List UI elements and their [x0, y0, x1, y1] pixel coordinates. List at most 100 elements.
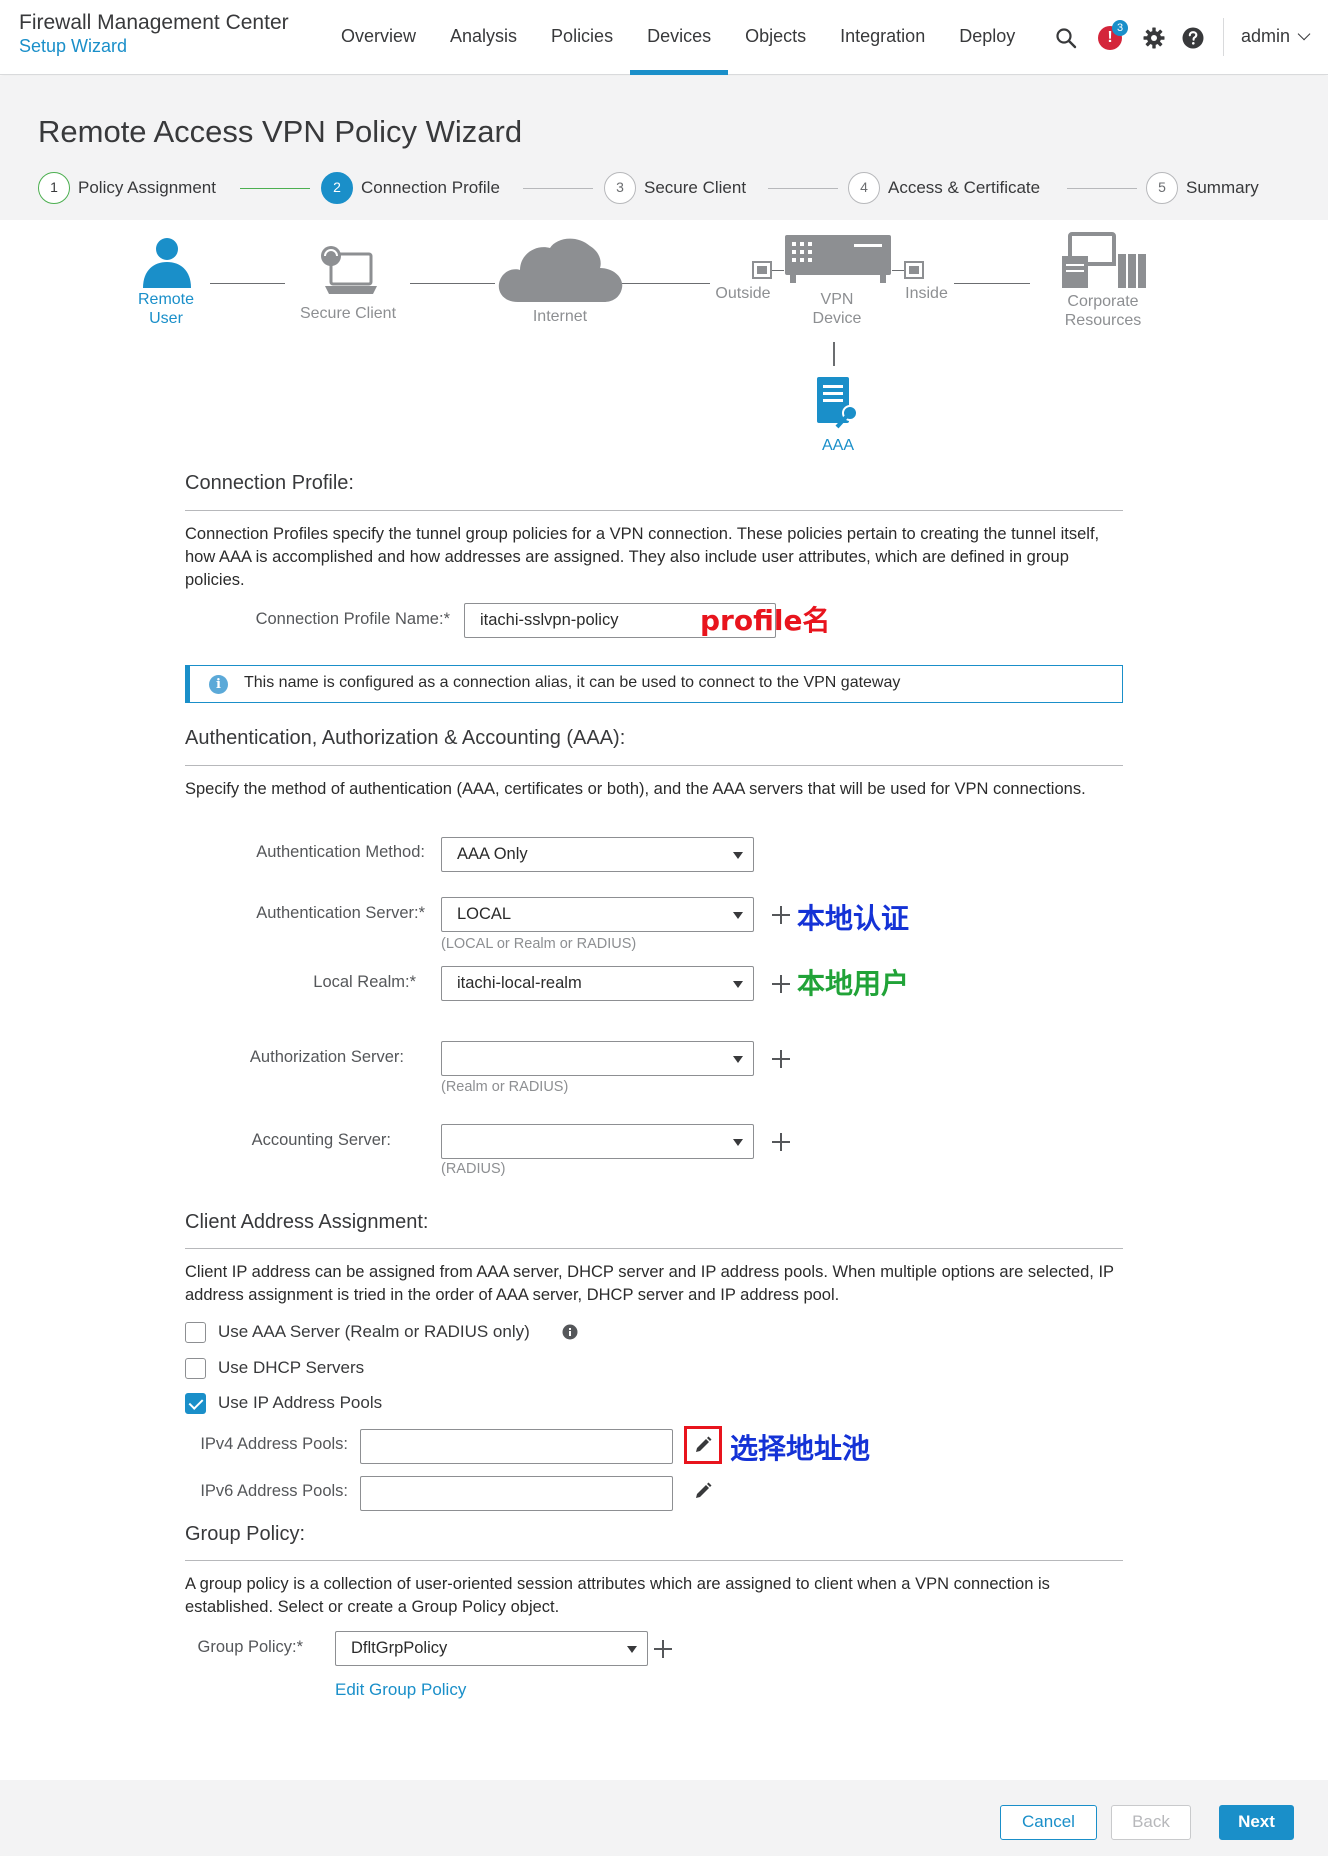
search-icon[interactable]: [1054, 26, 1078, 50]
nav-deploy[interactable]: Deploy: [942, 0, 1032, 75]
add-authz-server-icon[interactable]: [772, 1050, 790, 1068]
corporate-resources-label-line1: Corporate: [1067, 293, 1139, 310]
section-divider: [185, 510, 1123, 511]
add-group-policy-icon[interactable]: [654, 1640, 672, 1658]
page-title: Remote Access VPN Policy Wizard: [38, 114, 523, 149]
alert-count-badge: 3: [1112, 20, 1128, 36]
ipv4-pools-label: IPv4 Address Pools:: [200, 1435, 348, 1453]
app-title: Firewall Management Center: [19, 11, 289, 34]
acct-server-select[interactable]: [441, 1124, 754, 1159]
link-line: [892, 270, 904, 271]
app-subtitle[interactable]: Setup Wizard: [19, 35, 289, 57]
step-number: 3: [604, 172, 636, 204]
use-ip-pools-label: Use IP Address Pools: [218, 1393, 383, 1412]
add-local-realm-icon[interactable]: [772, 975, 790, 993]
cancel-button[interactable]: Cancel: [1000, 1805, 1097, 1840]
top-navigation-bar: Firewall Management Center Setup Wizard …: [0, 0, 1328, 75]
nav-policies[interactable]: Policies: [534, 0, 630, 75]
aaa-description: Specify the method of authentication (AA…: [185, 780, 1086, 798]
connection-profile-name-label: Connection Profile Name:*: [255, 610, 450, 628]
section-divider: [185, 765, 1123, 766]
step-number: 4: [848, 172, 880, 204]
client-address-heading: Client Address Assignment:: [185, 1211, 429, 1233]
step-secure-client[interactable]: 3 Secure Client: [604, 172, 746, 204]
auth-server-hint: (LOCAL or Realm or RADIUS): [441, 936, 637, 952]
nav-separator: [1223, 18, 1224, 56]
nav-integration[interactable]: Integration: [823, 0, 942, 75]
pencil-icon[interactable]: [693, 1435, 713, 1455]
step-connector: [768, 188, 838, 189]
vpn-device-icon: [785, 235, 891, 283]
back-button[interactable]: Back: [1111, 1805, 1191, 1840]
acct-server-label: Accounting Server:: [251, 1131, 391, 1149]
use-aaa-server-label: Use AAA Server (Realm or RADIUS only): [218, 1322, 530, 1341]
remote-user-icon: [143, 238, 191, 288]
nav-devices[interactable]: Devices: [630, 0, 729, 75]
auth-server-label: Authentication Server:*: [256, 904, 425, 922]
remote-user-label-line1: Remote: [137, 291, 195, 308]
local-realm-select[interactable]: itachi-local-realm: [441, 966, 754, 1001]
user-name: admin: [1241, 26, 1291, 46]
profile-name-annotation: profile名: [700, 604, 831, 637]
ipv4-pools-input[interactable]: [360, 1429, 673, 1464]
use-ip-pools-checkbox[interactable]: [185, 1393, 206, 1414]
aaa-label: AAA: [821, 437, 854, 454]
auth-server-annotation: 本地认证: [797, 902, 910, 935]
use-aaa-server-checkbox[interactable]: [185, 1322, 206, 1343]
step-label: Access & Certificate: [888, 178, 1041, 197]
user-menu[interactable]: admin: [1241, 26, 1311, 47]
info-alert: i This name is configured as a connectio…: [185, 665, 1123, 703]
step-connection-profile[interactable]: 2 Connection Profile: [321, 172, 500, 204]
step-label: Policy Assignment: [78, 178, 216, 197]
link-line: [410, 283, 495, 284]
group-policy-heading: Group Policy:: [185, 1523, 306, 1545]
nav-analysis[interactable]: Analysis: [433, 0, 534, 75]
aaa-heading: Authentication, Authorization & Accounti…: [185, 727, 626, 749]
vpn-device-label-line2: Device: [812, 310, 862, 327]
step-summary[interactable]: 5 Summary: [1146, 172, 1259, 204]
authz-server-hint: (Realm or RADIUS): [441, 1079, 569, 1095]
connection-profile-description: Connection Profiles specify the tunnel g…: [185, 525, 1100, 589]
auth-method-value: AAA Only: [457, 845, 528, 863]
ipv6-pools-input[interactable]: [360, 1476, 673, 1511]
link-line: [622, 283, 710, 284]
add-auth-server-icon[interactable]: [772, 906, 790, 924]
authz-server-label: Authorization Server:: [249, 1048, 404, 1066]
wizard-footer: Cancel Back Next: [0, 1780, 1328, 1856]
caret-down-icon: [733, 1139, 743, 1146]
auth-server-select[interactable]: LOCAL: [441, 897, 754, 932]
inside-label: Inside: [905, 285, 948, 302]
aaa-server-icon: [817, 377, 858, 429]
connection-profile-heading: Connection Profile:: [185, 472, 354, 494]
alert-icon[interactable]: ! 3: [1098, 20, 1128, 50]
pencil-icon[interactable]: [693, 1481, 713, 1501]
cloud-icon: [498, 238, 623, 302]
group-policy-select[interactable]: DfltGrpPolicy: [335, 1631, 648, 1666]
nav-overview[interactable]: Overview: [324, 0, 433, 75]
corporate-resources-label-line2: Resources: [1064, 312, 1142, 329]
step-access-certificate[interactable]: 4 Access & Certificate: [848, 172, 1040, 204]
corporate-resources-icon: [1062, 232, 1146, 288]
info-icon[interactable]: [562, 1324, 578, 1340]
nav-objects[interactable]: Objects: [728, 0, 823, 75]
ipv4-pools-annotation: 选择地址池: [730, 1432, 871, 1465]
group-policy-description: A group policy is a collection of user-o…: [185, 1575, 1050, 1616]
edit-group-policy-link[interactable]: Edit Group Policy: [335, 1680, 466, 1700]
step-connector: [240, 188, 310, 189]
add-acct-server-icon[interactable]: [772, 1133, 790, 1151]
step-label: Secure Client: [644, 178, 747, 197]
gear-icon[interactable]: [1142, 26, 1166, 50]
inside-port-icon: [904, 261, 924, 279]
auth-method-select[interactable]: AAA Only: [441, 837, 754, 872]
step-policy-assignment[interactable]: 1 Policy Assignment: [38, 172, 216, 204]
authz-server-select[interactable]: [441, 1041, 754, 1076]
wizard-steps: 1 Policy Assignment 2 Connection Profile…: [38, 172, 1328, 204]
local-realm-annotation: 本地用户: [797, 967, 910, 1000]
use-dhcp-checkbox[interactable]: [185, 1358, 206, 1379]
caret-down-icon: [733, 1056, 743, 1063]
next-button[interactable]: Next: [1219, 1805, 1294, 1840]
local-realm-label: Local Realm:*: [313, 973, 416, 991]
group-policy-label: Group Policy:*: [197, 1638, 303, 1656]
help-icon[interactable]: [1181, 26, 1205, 50]
caret-down-icon: [733, 981, 743, 988]
